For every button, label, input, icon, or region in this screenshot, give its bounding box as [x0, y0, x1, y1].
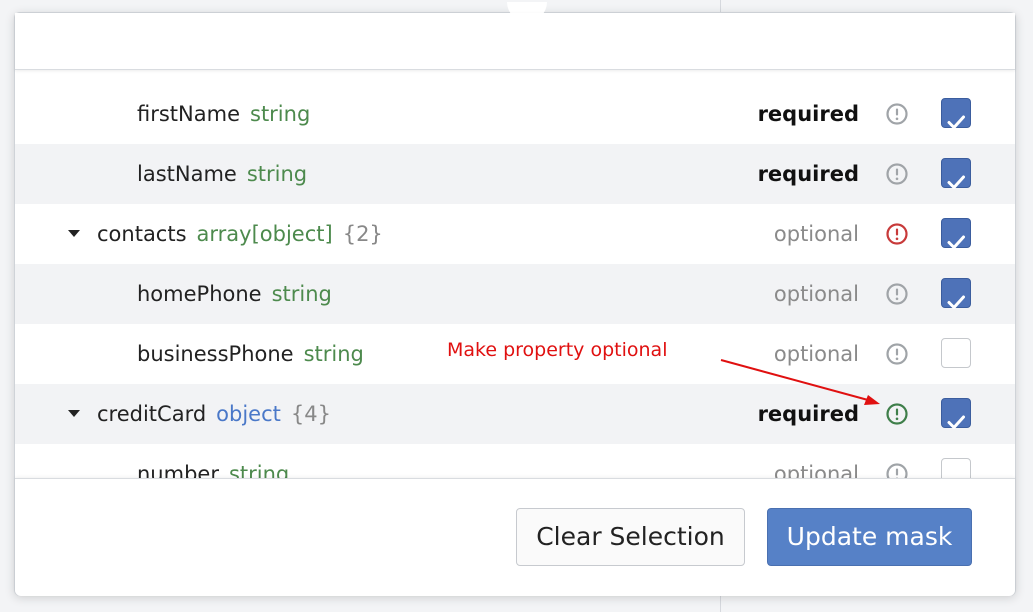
- property-row-partial-top: [15, 70, 1015, 84]
- property-checkbox[interactable]: [941, 158, 971, 189]
- property-label: firstName string: [137, 102, 311, 126]
- mask-editor-popover: firstName string required lastName string …: [14, 2, 1016, 596]
- property-label: businessPhone string: [137, 342, 364, 366]
- expand-caret-icon[interactable]: [68, 410, 80, 417]
- make-optional-exclamation-icon[interactable]: [885, 402, 909, 426]
- property-checkbox[interactable]: [941, 338, 971, 368]
- property-row-contacts: contacts array[object] {2} optional: [15, 204, 1015, 264]
- annotation-label: Make property optional: [447, 339, 668, 361]
- property-row-number: number string optional: [15, 444, 1015, 478]
- required-status: required: [757, 162, 859, 186]
- property-checkbox[interactable]: [941, 458, 971, 478]
- property-label: homePhone string: [137, 282, 332, 306]
- property-label: creditCard object {4}: [97, 402, 331, 426]
- required-status: required: [757, 102, 859, 126]
- property-checkbox[interactable]: [941, 98, 971, 129]
- property-row-lastname: lastName string required: [15, 144, 1015, 204]
- required-status: required: [757, 402, 859, 426]
- property-list[interactable]: firstName string required lastName string …: [15, 70, 1015, 478]
- property-label: number string: [137, 462, 290, 478]
- property-row-firstname: firstName string required: [15, 84, 1015, 144]
- update-mask-button[interactable]: Update mask: [767, 508, 972, 566]
- optional-status: optional: [773, 342, 859, 366]
- property-checkbox[interactable]: [941, 398, 971, 429]
- property-row-homephone: homePhone string optional: [15, 264, 1015, 324]
- optional-status: optional: [773, 462, 859, 478]
- info-exclamation-icon[interactable]: [885, 462, 909, 478]
- property-checkbox[interactable]: [941, 218, 971, 249]
- property-label: lastName string: [137, 162, 308, 186]
- optional-status: optional: [773, 222, 859, 246]
- popover-footer: Clear Selection Update mask: [15, 478, 1015, 596]
- info-exclamation-icon[interactable]: [885, 282, 909, 306]
- property-checkbox[interactable]: [941, 278, 971, 309]
- property-label: contacts array[object] {2}: [97, 222, 383, 246]
- expand-caret-icon[interactable]: [68, 230, 80, 237]
- warning-exclamation-icon[interactable]: [885, 222, 909, 246]
- optional-status: optional: [773, 282, 859, 306]
- clear-selection-button[interactable]: Clear Selection: [516, 508, 745, 566]
- property-row-creditcard: creditCard object {4} required: [15, 384, 1015, 444]
- info-exclamation-icon[interactable]: [885, 162, 909, 186]
- info-exclamation-icon[interactable]: [885, 342, 909, 366]
- popover-header: [15, 13, 1015, 70]
- info-exclamation-icon[interactable]: [885, 102, 909, 126]
